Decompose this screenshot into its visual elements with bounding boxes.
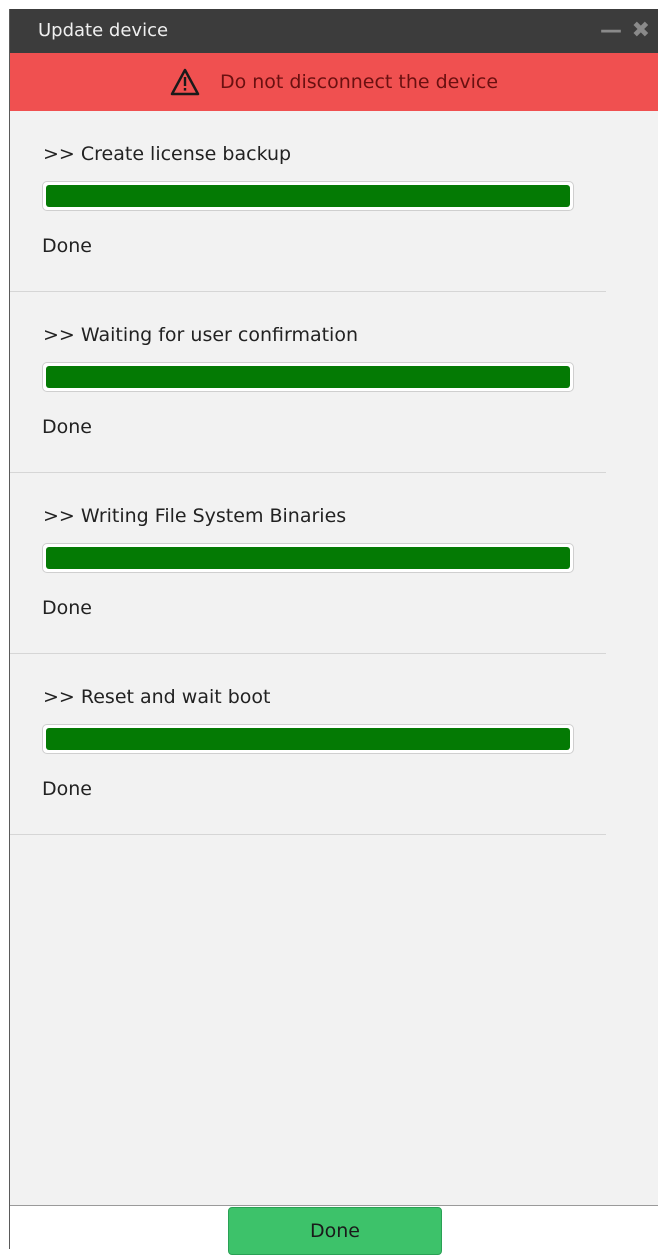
step-label: >> Reset and wait boot [43, 686, 271, 708]
step-item: >> Create license backup Done [10, 111, 606, 292]
progress-bar [42, 724, 574, 754]
minimize-button[interactable]: — [600, 9, 622, 53]
update-device-window: Update device — ✖ Do not disconnect the … [9, 9, 658, 1255]
warning-text: Do not disconnect the device [219, 71, 499, 93]
done-button[interactable]: Done [228, 1207, 442, 1255]
step-item: >> Writing File System Binaries Done [10, 473, 606, 654]
progress-fill [46, 547, 570, 569]
step-status: Done [42, 416, 92, 438]
steps-list: >> Create license backup Done >> Waiting… [10, 111, 658, 835]
step-status: Done [42, 235, 92, 257]
progress-fill [46, 728, 570, 750]
step-status: Done [42, 778, 92, 800]
step-status: Done [42, 597, 92, 619]
title-bar: Update device — ✖ [10, 9, 658, 53]
progress-bar [42, 362, 574, 392]
progress-bar [42, 543, 574, 573]
window-title: Update device [38, 20, 169, 41]
close-button[interactable]: ✖ [632, 9, 650, 53]
step-label: >> Create license backup [43, 143, 292, 165]
step-label: >> Waiting for user confirmation [43, 324, 358, 346]
step-item: >> Waiting for user confirmation Done [10, 292, 606, 473]
progress-bar [42, 181, 574, 211]
warning-triangle-icon [170, 68, 200, 96]
progress-fill [46, 185, 570, 207]
progress-fill [46, 366, 570, 388]
step-item: >> Reset and wait boot Done [10, 654, 606, 835]
warning-banner: Do not disconnect the device [10, 53, 658, 111]
step-label: >> Writing File System Binaries [43, 505, 347, 527]
dialog-footer: Done [10, 1205, 658, 1255]
